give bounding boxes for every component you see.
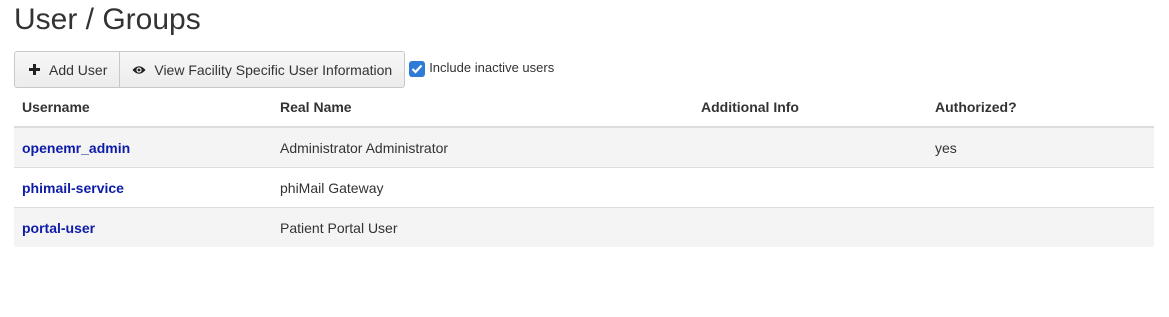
include-inactive-checkbox[interactable] [409, 61, 426, 77]
authorized-cell: yes [927, 127, 1154, 168]
table-row: portal-user Patient Portal User [14, 207, 1154, 247]
add-user-label: Add User [49, 61, 108, 78]
column-header-authorized: Authorized? [927, 88, 1154, 128]
check-icon [411, 64, 423, 74]
username-link[interactable]: openemr_admin [22, 140, 130, 156]
column-header-real-name: Real Name [272, 88, 693, 128]
include-inactive-option: Include inactive users [409, 59, 555, 77]
button-group: Add User View Facility Specific User Inf… [14, 51, 406, 88]
add-user-button[interactable]: Add User [15, 52, 120, 87]
eye-icon [132, 63, 146, 77]
additional-info-cell [693, 167, 927, 208]
column-header-additional-info: Additional Info [693, 88, 927, 128]
username-link[interactable]: portal-user [22, 220, 95, 236]
authorized-cell [927, 167, 1154, 208]
real-name-cell: Patient Portal User [272, 207, 693, 247]
real-name-cell: Administrator Administrator [272, 127, 693, 168]
additional-info-cell [693, 207, 927, 247]
view-facility-user-info-label: View Facility Specific User Information [154, 61, 393, 78]
username-cell: openemr_admin [14, 127, 272, 168]
users-table: Username Real Name Additional Info Autho… [14, 88, 1154, 247]
table-row: phimail-service phiMail Gateway [14, 167, 1154, 208]
username-link[interactable]: phimail-service [22, 180, 124, 196]
user-groups-page: User / Groups Add User View Facility Spe… [0, 0, 1169, 317]
page-title: User / Groups [14, 3, 201, 36]
include-inactive-label: Include inactive users [429, 59, 555, 75]
table-row: openemr_admin Administrator Administrato… [14, 127, 1154, 168]
username-cell: phimail-service [14, 167, 272, 208]
table-header-row: Username Real Name Additional Info Autho… [14, 88, 1154, 128]
column-header-username: Username [14, 88, 272, 128]
plus-icon [27, 63, 41, 77]
authorized-cell [927, 207, 1154, 247]
additional-info-cell [693, 127, 927, 168]
toolbar: Add User View Facility Specific User Inf… [14, 51, 555, 88]
view-facility-user-info-button[interactable]: View Facility Specific User Information [119, 52, 405, 87]
real-name-cell: phiMail Gateway [272, 167, 693, 208]
username-cell: portal-user [14, 207, 272, 247]
